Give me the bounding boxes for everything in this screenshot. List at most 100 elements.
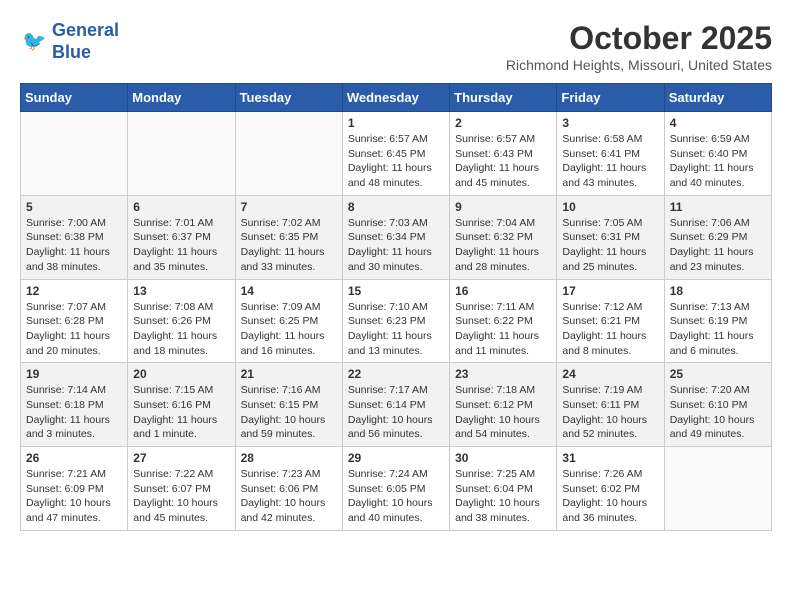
calendar-empty-cell bbox=[21, 112, 128, 196]
day-info: Sunrise: 7:01 AMSunset: 6:37 PMDaylight:… bbox=[133, 216, 229, 275]
day-number: 30 bbox=[455, 451, 551, 465]
day-number: 23 bbox=[455, 367, 551, 381]
calendar-day-5: 5 Sunrise: 7:00 AMSunset: 6:38 PMDaylight… bbox=[21, 195, 128, 279]
day-number: 11 bbox=[670, 200, 766, 214]
day-number: 14 bbox=[241, 284, 337, 298]
calendar-day-9: 9 Sunrise: 7:04 AMSunset: 6:32 PMDaylight… bbox=[450, 195, 557, 279]
day-number: 28 bbox=[241, 451, 337, 465]
calendar-day-23: 23 Sunrise: 7:18 AMSunset: 6:12 PMDayligh… bbox=[450, 363, 557, 447]
day-info: Sunrise: 7:05 AMSunset: 6:31 PMDaylight:… bbox=[562, 216, 658, 275]
day-info: Sunrise: 7:15 AMSunset: 6:16 PMDaylight:… bbox=[133, 383, 229, 442]
day-number: 10 bbox=[562, 200, 658, 214]
column-header-friday: Friday bbox=[557, 84, 664, 112]
day-number: 18 bbox=[670, 284, 766, 298]
calendar-week-row: 19 Sunrise: 7:14 AMSunset: 6:18 PMDayligh… bbox=[21, 363, 772, 447]
logo-bird-icon: 🐦 bbox=[22, 25, 50, 53]
calendar-day-13: 13 Sunrise: 7:08 AMSunset: 6:26 PMDayligh… bbox=[128, 279, 235, 363]
day-number: 12 bbox=[26, 284, 122, 298]
calendar-empty-cell bbox=[128, 112, 235, 196]
calendar-week-row: 5 Sunrise: 7:00 AMSunset: 6:38 PMDaylight… bbox=[21, 195, 772, 279]
calendar-day-10: 10 Sunrise: 7:05 AMSunset: 6:31 PMDayligh… bbox=[557, 195, 664, 279]
calendar-day-14: 14 Sunrise: 7:09 AMSunset: 6:25 PMDayligh… bbox=[235, 279, 342, 363]
day-info: Sunrise: 7:26 AMSunset: 6:02 PMDaylight:… bbox=[562, 467, 658, 526]
svg-text:🐦: 🐦 bbox=[22, 30, 46, 52]
calendar-day-20: 20Sunrise: 7:15 AMSunset: 6:16 PMDayligh… bbox=[128, 363, 235, 447]
day-number: 24 bbox=[562, 367, 658, 381]
day-info: Sunrise: 7:06 AMSunset: 6:29 PMDaylight:… bbox=[670, 216, 766, 275]
day-number: 17 bbox=[562, 284, 658, 298]
calendar-day-16: 16 Sunrise: 7:11 AMSunset: 6:22 PMDayligh… bbox=[450, 279, 557, 363]
column-header-tuesday: Tuesday bbox=[235, 84, 342, 112]
day-number: 27 bbox=[133, 451, 229, 465]
logo-general: General bbox=[52, 20, 119, 40]
day-info: Sunrise: 7:23 AMSunset: 6:06 PMDaylight:… bbox=[241, 467, 337, 526]
day-info: Sunrise: 6:58 AMSunset: 6:41 PMDaylight:… bbox=[562, 132, 658, 191]
day-info: Sunrise: 7:20 AMSunset: 6:10 PMDaylight:… bbox=[670, 383, 766, 442]
day-info: Sunrise: 6:57 AMSunset: 6:45 PMDaylight:… bbox=[348, 132, 444, 191]
calendar-day-6: 6Sunrise: 7:01 AMSunset: 6:37 PMDaylight… bbox=[128, 195, 235, 279]
day-number: 29 bbox=[348, 451, 444, 465]
day-number: 22 bbox=[348, 367, 444, 381]
calendar-day-22: 22 Sunrise: 7:17 AMSunset: 6:14 PMDayligh… bbox=[342, 363, 449, 447]
day-info: Sunrise: 7:07 AMSunset: 6:28 PMDaylight:… bbox=[26, 300, 122, 359]
calendar-header-row: SundayMondayTuesdayWednesdayThursdayFrid… bbox=[21, 84, 772, 112]
calendar-day-11: 11 Sunrise: 7:06 AMSunset: 6:29 PMDayligh… bbox=[664, 195, 771, 279]
day-number: 13 bbox=[133, 284, 229, 298]
calendar-day-2: 2Sunrise: 6:57 AMSunset: 6:43 PMDaylight… bbox=[450, 112, 557, 196]
column-header-monday: Monday bbox=[128, 84, 235, 112]
calendar-week-row: 12 Sunrise: 7:07 AMSunset: 6:28 PMDayligh… bbox=[21, 279, 772, 363]
calendar-day-18: 18 Sunrise: 7:13 AMSunset: 6:19 PMDayligh… bbox=[664, 279, 771, 363]
day-info: Sunrise: 7:21 AMSunset: 6:09 PMDaylight:… bbox=[26, 467, 122, 526]
calendar-day-24: 24 Sunrise: 7:19 AMSunset: 6:11 PMDayligh… bbox=[557, 363, 664, 447]
calendar-day-29: 29 Sunrise: 7:24 AMSunset: 6:05 PMDayligh… bbox=[342, 447, 449, 531]
column-header-saturday: Saturday bbox=[664, 84, 771, 112]
day-info: Sunrise: 7:14 AMSunset: 6:18 PMDaylight:… bbox=[26, 383, 122, 442]
calendar-week-row: 1 Sunrise: 6:57 AMSunset: 6:45 PMDaylight… bbox=[21, 112, 772, 196]
calendar-day-12: 12 Sunrise: 7:07 AMSunset: 6:28 PMDayligh… bbox=[21, 279, 128, 363]
day-info: Sunrise: 7:08 AMSunset: 6:26 PMDaylight:… bbox=[133, 300, 229, 359]
day-info: Sunrise: 7:24 AMSunset: 6:05 PMDaylight:… bbox=[348, 467, 444, 526]
day-info: Sunrise: 7:10 AMSunset: 6:23 PMDaylight:… bbox=[348, 300, 444, 359]
calendar-day-21: 21Sunrise: 7:16 AMSunset: 6:15 PMDayligh… bbox=[235, 363, 342, 447]
calendar-empty-cell bbox=[664, 447, 771, 531]
day-info: Sunrise: 7:11 AMSunset: 6:22 PMDaylight:… bbox=[455, 300, 551, 359]
day-number: 16 bbox=[455, 284, 551, 298]
day-info: Sunrise: 7:00 AMSunset: 6:38 PMDaylight:… bbox=[26, 216, 122, 275]
location-subtitle: Richmond Heights, Missouri, United State… bbox=[506, 57, 772, 73]
day-number: 9 bbox=[455, 200, 551, 214]
day-info: Sunrise: 7:12 AMSunset: 6:21 PMDaylight:… bbox=[562, 300, 658, 359]
column-header-wednesday: Wednesday bbox=[342, 84, 449, 112]
title-section: October 2025 Richmond Heights, Missouri,… bbox=[506, 20, 772, 73]
day-info: Sunrise: 7:22 AMSunset: 6:07 PMDaylight:… bbox=[133, 467, 229, 526]
day-number: 19 bbox=[26, 367, 122, 381]
calendar-day-7: 7Sunrise: 7:02 AMSunset: 6:35 PMDaylight… bbox=[235, 195, 342, 279]
day-number: 8 bbox=[348, 200, 444, 214]
day-info: Sunrise: 7:17 AMSunset: 6:14 PMDaylight:… bbox=[348, 383, 444, 442]
day-info: Sunrise: 7:16 AMSunset: 6:15 PMDaylight:… bbox=[241, 383, 337, 442]
calendar-day-27: 27 Sunrise: 7:22 AMSunset: 6:07 PMDayligh… bbox=[128, 447, 235, 531]
day-info: Sunrise: 7:19 AMSunset: 6:11 PMDaylight:… bbox=[562, 383, 658, 442]
calendar-day-4: 4Sunrise: 6:59 AMSunset: 6:40 PMDaylight… bbox=[664, 112, 771, 196]
day-info: Sunrise: 7:04 AMSunset: 6:32 PMDaylight:… bbox=[455, 216, 551, 275]
day-number: 1 bbox=[348, 116, 444, 130]
calendar-day-1: 1 Sunrise: 6:57 AMSunset: 6:45 PMDaylight… bbox=[342, 112, 449, 196]
day-number: 2 bbox=[455, 116, 551, 130]
logo-blue: Blue bbox=[52, 42, 119, 64]
day-info: Sunrise: 7:09 AMSunset: 6:25 PMDaylight:… bbox=[241, 300, 337, 359]
day-number: 7 bbox=[241, 200, 337, 214]
day-info: Sunrise: 7:18 AMSunset: 6:12 PMDaylight:… bbox=[455, 383, 551, 442]
month-year-title: October 2025 bbox=[506, 20, 772, 57]
day-number: 3 bbox=[562, 116, 658, 130]
calendar-day-17: 17 Sunrise: 7:12 AMSunset: 6:21 PMDayligh… bbox=[557, 279, 664, 363]
column-header-thursday: Thursday bbox=[450, 84, 557, 112]
day-number: 15 bbox=[348, 284, 444, 298]
logo: 🐦 General Blue bbox=[20, 20, 119, 63]
day-number: 25 bbox=[670, 367, 766, 381]
day-number: 5 bbox=[26, 200, 122, 214]
calendar-day-15: 15 Sunrise: 7:10 AMSunset: 6:23 PMDayligh… bbox=[342, 279, 449, 363]
calendar-empty-cell bbox=[235, 112, 342, 196]
day-info: Sunrise: 7:13 AMSunset: 6:19 PMDaylight:… bbox=[670, 300, 766, 359]
day-number: 4 bbox=[670, 116, 766, 130]
calendar-day-28: 28 Sunrise: 7:23 AMSunset: 6:06 PMDayligh… bbox=[235, 447, 342, 531]
calendar-day-30: 30Sunrise: 7:25 AMSunset: 6:04 PMDayligh… bbox=[450, 447, 557, 531]
